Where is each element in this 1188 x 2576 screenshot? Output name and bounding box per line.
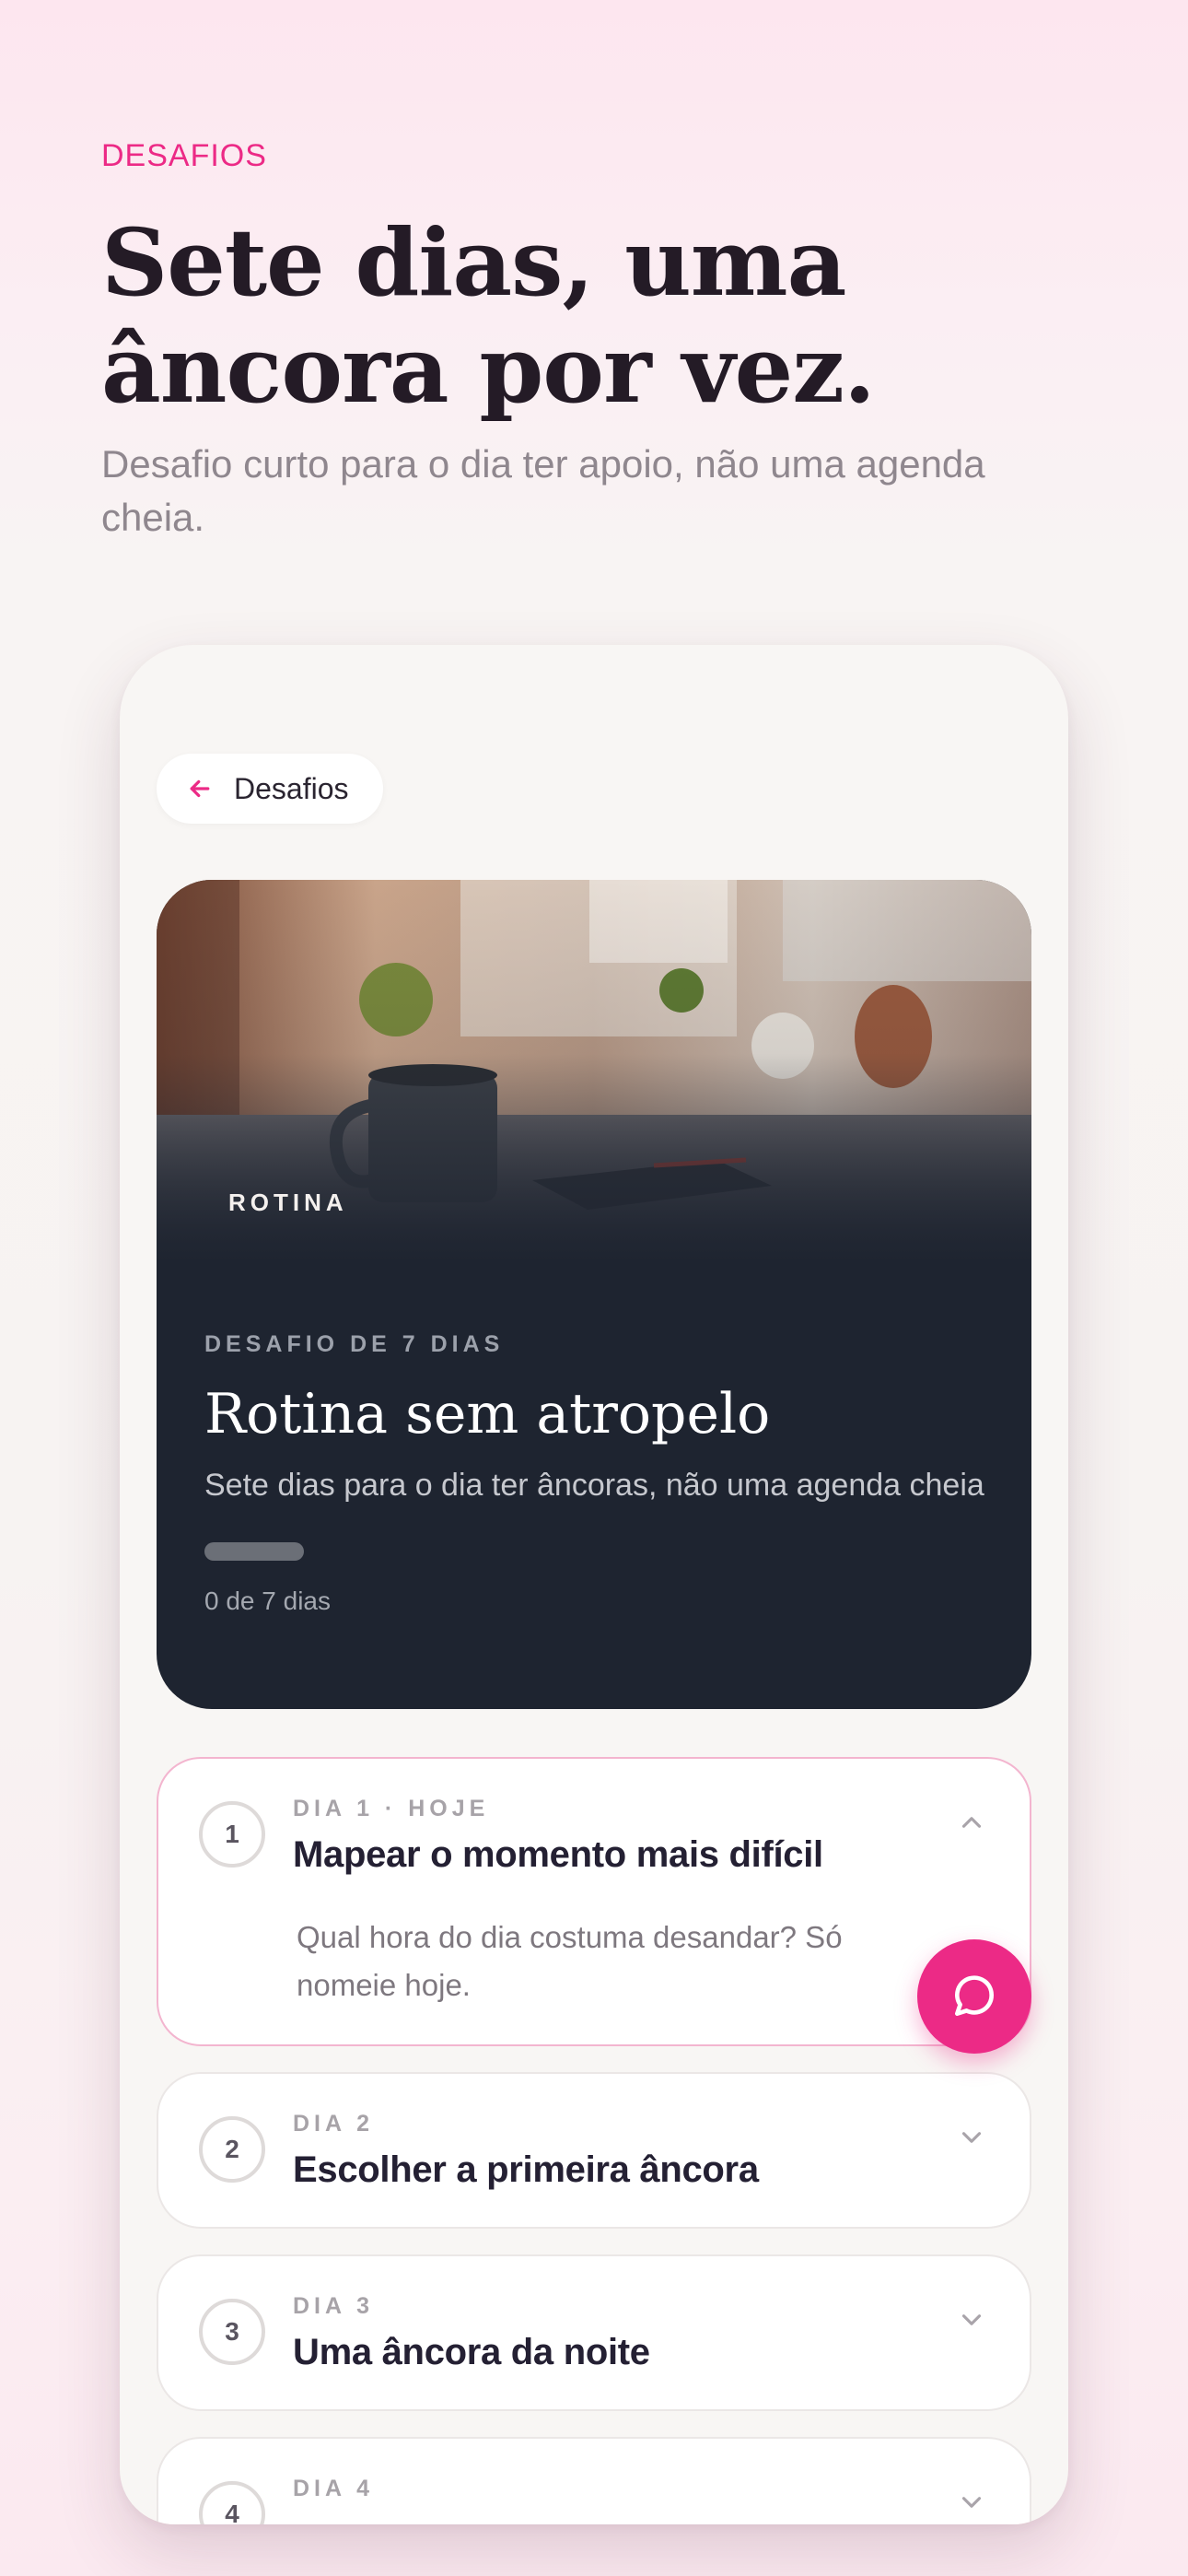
day-item-1[interactable]: 1 DIA 1 · HOJE Mapear o momento mais dif… bbox=[157, 1757, 1031, 2046]
page-title-line-1: Sete dias, uma bbox=[101, 208, 846, 317]
page-title-line-2: âncora por vez. bbox=[101, 315, 876, 424]
back-button-label: Desafios bbox=[234, 771, 349, 805]
day-description: Qual hora do dia costuma desandar? Só no… bbox=[297, 1920, 843, 2002]
challenge-card-body: DESAFIO DE 7 DIAS Rotina sem atropelo Se… bbox=[204, 1331, 996, 1616]
chat-fab-button[interactable] bbox=[917, 1939, 1031, 2054]
day-title: Uma âncora da noite bbox=[293, 2332, 650, 2372]
chevron-down-icon[interactable] bbox=[956, 2122, 987, 2153]
chevron-up-icon[interactable] bbox=[956, 1807, 987, 1838]
day-item-4[interactable]: 4 DIA 4 bbox=[157, 2437, 1031, 2524]
phone-mockup: Desafios ROTINA DESAFIO DE 7 DIAS Rotina… bbox=[120, 645, 1068, 2524]
day-kicker: DIA 4 bbox=[293, 2476, 374, 2501]
challenge-subtitle: Sete dias para o dia ter âncoras, não um… bbox=[204, 1468, 984, 1503]
back-button[interactable]: Desafios bbox=[157, 754, 383, 824]
challenge-kicker: DESAFIO DE 7 DIAS bbox=[204, 1331, 505, 1357]
day-kicker: DIA 3 bbox=[293, 2293, 374, 2319]
day-number-badge: 2 bbox=[199, 2116, 265, 2183]
day-title: Mapear o momento mais difícil bbox=[293, 1834, 823, 1875]
day-item-2[interactable]: 2 DIA 2 Escolher a primeira âncora bbox=[157, 2072, 1031, 2229]
chevron-down-icon[interactable] bbox=[956, 2487, 987, 2518]
day-title: Escolher a primeira âncora bbox=[293, 2149, 759, 2190]
arrow-left-icon bbox=[190, 779, 210, 798]
day-number-badge: 1 bbox=[199, 1801, 265, 1868]
challenge-card[interactable]: ROTINA DESAFIO DE 7 DIAS Rotina sem atro… bbox=[157, 880, 1031, 1709]
day-number-badge: 3 bbox=[199, 2299, 265, 2365]
hero-section: DESAFIOS Sete dias, uma âncora por vez. … bbox=[101, 138, 1114, 544]
category-tag: ROTINA bbox=[228, 1188, 348, 1216]
chat-bubble-icon bbox=[955, 1975, 995, 2016]
progress-text: 0 de 7 dias bbox=[204, 1587, 331, 1615]
challenge-title: Rotina sem atropelo bbox=[204, 1382, 771, 1446]
day-item-3[interactable]: 3 DIA 3 Uma âncora da noite bbox=[157, 2254, 1031, 2411]
section-eyebrow: DESAFIOS bbox=[101, 138, 267, 173]
day-number-badge: 4 bbox=[199, 2481, 265, 2524]
day-kicker: DIA 1 · HOJE bbox=[293, 1796, 490, 1821]
chevron-down-icon[interactable] bbox=[956, 2304, 987, 2336]
page-subtitle: Desafio curto para o dia ter apoio, não … bbox=[101, 442, 985, 539]
day-kicker: DIA 2 bbox=[293, 2111, 374, 2137]
progress-bar bbox=[204, 1542, 304, 1561]
page-title: Sete dias, uma âncora por vez. bbox=[101, 209, 1114, 423]
